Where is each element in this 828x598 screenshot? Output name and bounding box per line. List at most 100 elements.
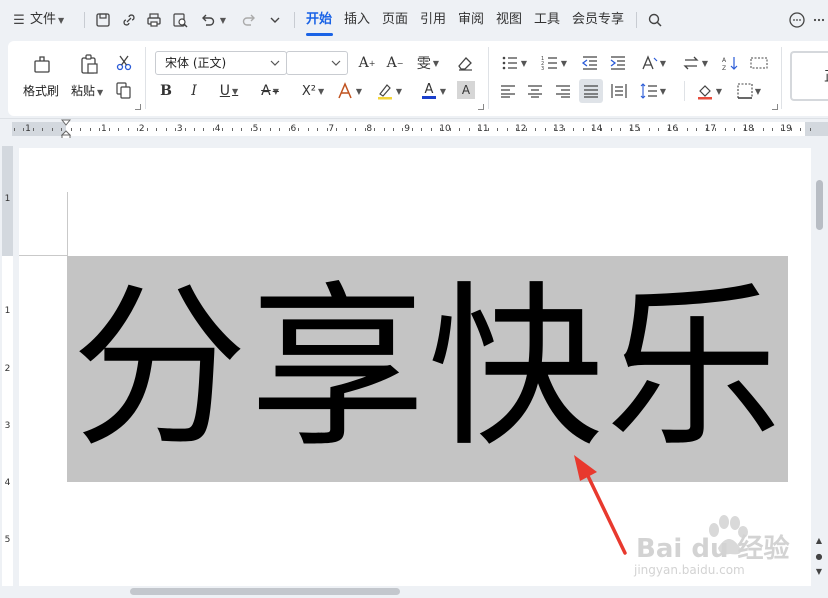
ribbon-divider bbox=[781, 47, 782, 109]
highlight-icon[interactable]: ▼ bbox=[374, 81, 404, 101]
increase-indent-icon[interactable] bbox=[608, 53, 628, 73]
grow-font-icon[interactable]: A + bbox=[356, 53, 378, 73]
shading-fill-icon[interactable]: ▼ bbox=[694, 81, 724, 101]
paragraph-group-launcher-icon[interactable] bbox=[772, 104, 778, 110]
tab-view[interactable]: 视图 bbox=[496, 0, 522, 40]
borders-icon[interactable]: ▼ bbox=[734, 81, 764, 101]
line-spacing-icon[interactable]: ▼ bbox=[638, 81, 668, 101]
character-shading-icon[interactable]: A bbox=[457, 81, 475, 99]
phonetic-guide-icon[interactable]: 雯 ▼ bbox=[413, 52, 443, 74]
tab-insert[interactable]: 插入 bbox=[344, 0, 370, 40]
strikethrough-icon[interactable]: A ▼ bbox=[255, 81, 285, 101]
share-link-icon[interactable] bbox=[120, 11, 138, 29]
previous-page-icon[interactable]: ▲ bbox=[814, 536, 824, 546]
undo-icon[interactable] bbox=[199, 11, 217, 29]
horizontal-scrollbar[interactable] bbox=[0, 586, 828, 598]
font-group-launcher-icon[interactable] bbox=[478, 104, 484, 110]
file-menu[interactable]: 文件 ▼ bbox=[30, 0, 64, 40]
italic-icon[interactable]: I bbox=[185, 81, 203, 101]
redo-icon[interactable] bbox=[240, 11, 258, 29]
tab-references[interactable]: 引用 bbox=[420, 0, 446, 40]
print-icon[interactable] bbox=[145, 11, 163, 29]
text-direction-icon[interactable]: ▼ bbox=[638, 53, 668, 73]
indent-marker-icon[interactable] bbox=[61, 119, 71, 139]
vruler-number: 3 bbox=[4, 421, 11, 431]
save-icon[interactable] bbox=[94, 11, 112, 29]
file-menu-label: 文件 bbox=[30, 12, 57, 27]
format-painter-label[interactable]: 格式刷 bbox=[23, 82, 59, 99]
clear-format-eraser-icon[interactable] bbox=[455, 53, 475, 73]
ruler-tick bbox=[33, 128, 34, 131]
tab-page[interactable]: 页面 bbox=[382, 0, 408, 40]
ruler-right-margin bbox=[805, 122, 828, 136]
copy-icon[interactable] bbox=[114, 80, 134, 100]
format-painter-icon[interactable] bbox=[30, 52, 54, 76]
svg-text:A: A bbox=[722, 57, 727, 64]
sort-az-icon[interactable]: AZ bbox=[720, 53, 740, 73]
shrink-font-icon[interactable]: A − bbox=[384, 53, 406, 73]
tab-review[interactable]: 审阅 bbox=[458, 0, 484, 40]
bullet-list-icon[interactable]: ▼ bbox=[499, 53, 529, 73]
ruler-number: 5 bbox=[252, 124, 259, 134]
show-hide-marks-icon[interactable] bbox=[748, 53, 770, 73]
text-effect-icon[interactable]: ▼ bbox=[334, 81, 364, 101]
ruler-tick bbox=[260, 128, 261, 131]
decrease-indent-icon[interactable] bbox=[580, 53, 600, 73]
ruler-tick bbox=[346, 128, 347, 131]
align-center-icon[interactable] bbox=[525, 81, 545, 101]
numbered-list-icon[interactable]: 1 2 3 ▼ bbox=[539, 53, 569, 73]
superscript-icon[interactable]: X² ▼ bbox=[298, 81, 328, 101]
underline-icon[interactable]: U ▼ bbox=[214, 81, 244, 101]
bold-icon[interactable]: B bbox=[157, 81, 175, 101]
font-name-select[interactable]: 宋体 (正文) bbox=[155, 51, 287, 75]
sort-swap-icon[interactable]: ▼ bbox=[680, 53, 710, 73]
selected-text[interactable]: 分享快乐 bbox=[67, 256, 788, 482]
ruler-tick bbox=[658, 128, 659, 131]
paste-icon[interactable] bbox=[77, 52, 101, 76]
vertical-scroll-thumb[interactable] bbox=[816, 180, 823, 230]
more-options-icon[interactable] bbox=[812, 11, 826, 29]
ruler-tick bbox=[763, 128, 764, 131]
tab-member[interactable]: 会员专享 bbox=[572, 0, 624, 40]
baidu-watermark: Bai du 经验 jingyan.baidu.com bbox=[634, 508, 794, 583]
ruler-tick bbox=[327, 128, 328, 131]
ruler-tick bbox=[203, 128, 204, 131]
ruler-tick bbox=[42, 128, 43, 131]
tab-tools[interactable]: 工具 bbox=[534, 0, 560, 40]
next-page-icon[interactable]: ▼ bbox=[814, 567, 824, 577]
style-gallery-preview[interactable]: 正 bbox=[790, 51, 828, 101]
baidu-url-text: jingyan.baidu.com bbox=[634, 563, 745, 577]
ruler-tick bbox=[459, 128, 460, 131]
ruler-tick bbox=[175, 128, 176, 131]
align-right-icon[interactable] bbox=[553, 81, 573, 101]
distributed-align-icon[interactable] bbox=[609, 81, 629, 101]
ruler-tick bbox=[611, 128, 612, 131]
horizontal-ruler[interactable]: 1 1 2 3 4 5 6 7 8 9 10 11 12 13 14 15 16 17 18 19 bbox=[0, 118, 828, 139]
ruler-tick bbox=[488, 128, 489, 131]
vertical-ruler[interactable]: 1 1 2 3 4 5 bbox=[0, 146, 15, 586]
comment-icon[interactable] bbox=[788, 11, 806, 29]
justify-icon[interactable] bbox=[579, 79, 603, 103]
paste-label[interactable]: 粘贴 ▼ bbox=[71, 82, 103, 99]
cut-icon[interactable] bbox=[114, 53, 134, 73]
font-color-dropdown-icon[interactable]: ▼ bbox=[437, 81, 447, 101]
ruler-tick bbox=[80, 128, 81, 131]
ruler-tick bbox=[687, 128, 688, 131]
search-icon[interactable] bbox=[646, 11, 664, 29]
ruler-tick bbox=[583, 128, 584, 131]
more-chevron-icon[interactable] bbox=[266, 11, 284, 29]
ruler-tick bbox=[516, 128, 517, 131]
horizontal-scroll-thumb[interactable] bbox=[130, 588, 400, 595]
hamburger-menu-icon[interactable]: ☰ bbox=[10, 11, 28, 29]
ruler-tick bbox=[99, 128, 100, 131]
clipboard-group-launcher-icon[interactable] bbox=[135, 104, 141, 110]
ruler-tick bbox=[573, 128, 574, 131]
undo-dropdown-icon[interactable]: ▼ bbox=[217, 11, 227, 29]
ruler-tick bbox=[630, 128, 631, 131]
font-size-select[interactable] bbox=[286, 51, 348, 75]
ruler-tick bbox=[241, 128, 242, 131]
print-preview-icon[interactable] bbox=[171, 11, 189, 29]
vruler-number: 2 bbox=[4, 364, 11, 374]
select-browse-object-icon[interactable]: ● bbox=[814, 552, 824, 562]
align-left-icon[interactable] bbox=[498, 81, 518, 101]
